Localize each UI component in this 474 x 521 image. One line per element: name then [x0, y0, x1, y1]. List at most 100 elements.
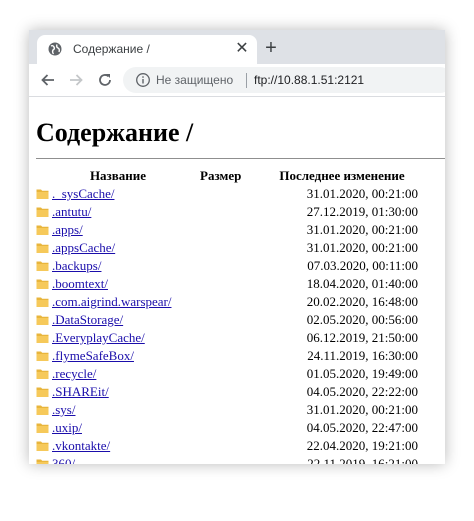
folder-link[interactable]: .sys/	[52, 402, 75, 417]
divider	[36, 158, 445, 159]
folder-icon	[36, 405, 49, 415]
size-cell	[200, 221, 266, 239]
folder-link[interactable]: .vkontakte/	[52, 438, 110, 453]
date-cell: 18.04.2020, 01:40:00	[306, 276, 418, 291]
table-row: .uxip/04.05.2020, 22:47:00	[36, 419, 418, 437]
size-cell	[200, 347, 266, 365]
folder-icon	[36, 261, 49, 271]
name-cell: .appsCache/	[36, 239, 200, 257]
date-cell: 04.05.2020, 22:22:00	[306, 384, 418, 399]
tab-active[interactable]: Содержание / ✕	[37, 35, 257, 64]
table-row: .EveryplayCache/06.12.2019, 21:50:00	[36, 329, 418, 347]
folder-link[interactable]: .boomtext/	[52, 276, 108, 291]
name-cell: .apps/	[36, 221, 200, 239]
table-row: ._sysCache/31.01.2020, 00:21:00	[36, 185, 418, 203]
folder-icon	[36, 225, 49, 235]
date-cell: 04.05.2020, 22:47:00	[306, 420, 418, 435]
size-cell	[200, 275, 266, 293]
reload-icon[interactable]	[96, 71, 114, 89]
new-tab-button[interactable]: +	[261, 38, 281, 58]
folder-link[interactable]: .recycle/	[52, 366, 96, 381]
divider	[246, 73, 247, 88]
arrow-left-icon[interactable]	[39, 71, 57, 89]
size-cell	[200, 383, 266, 401]
size-cell	[200, 455, 266, 464]
folder-link[interactable]: .EveryplayCache/	[52, 330, 145, 345]
name-cell: .vkontakte/	[36, 437, 200, 455]
size-cell	[200, 293, 266, 311]
name-cell: .backups/	[36, 257, 200, 275]
folder-icon	[36, 333, 49, 343]
folder-link[interactable]: ._sysCache/	[52, 186, 114, 201]
table-row: .DataStorage/02.05.2020, 00:56:00	[36, 311, 418, 329]
arrow-right-icon[interactable]	[67, 71, 85, 89]
table-row: .recycle/01.05.2020, 19:49:00	[36, 365, 418, 383]
size-cell	[200, 311, 266, 329]
date-cell: 20.02.2020, 16:48:00	[306, 294, 418, 309]
name-cell: .uxip/	[36, 419, 200, 437]
column-header-size[interactable]: Размер	[200, 167, 266, 185]
page-content: Содержание / Название Размер Последнее и…	[29, 97, 445, 464]
folder-icon	[36, 351, 49, 361]
browser-window: Содержание / ✕ + Не защищено ftp://10.88…	[29, 30, 445, 464]
date-cell: 07.03.2020, 00:11:00	[307, 258, 418, 273]
date-cell: 22.04.2020, 19:21:00	[306, 438, 418, 453]
table-row: .boomtext/18.04.2020, 01:40:00	[36, 275, 418, 293]
folder-icon	[36, 387, 49, 397]
column-header-modified[interactable]: Последнее изменение	[266, 167, 418, 185]
date-cell: 02.05.2020, 00:56:00	[306, 312, 418, 327]
folder-link[interactable]: .appsCache/	[52, 240, 115, 255]
info-icon[interactable]	[135, 72, 151, 88]
folder-icon	[36, 441, 49, 451]
folder-link[interactable]: 360/	[52, 456, 75, 464]
date-cell: 24.11.2019, 16:30:00	[307, 348, 418, 363]
security-label[interactable]: Не защищено	[156, 73, 233, 87]
date-cell: 01.05.2020, 19:49:00	[306, 366, 418, 381]
size-cell	[200, 257, 266, 275]
folder-icon	[36, 369, 49, 379]
folder-icon	[36, 423, 49, 433]
folder-link[interactable]: .flymeSafeBox/	[52, 348, 134, 363]
date-cell: 31.01.2020, 00:21:00	[306, 222, 418, 237]
toolbar: Не защищено ftp://10.88.1.51:2121	[29, 64, 445, 97]
size-cell	[200, 203, 266, 221]
column-header-name[interactable]: Название	[36, 167, 200, 185]
size-cell	[200, 329, 266, 347]
folder-icon	[36, 207, 49, 217]
size-cell	[200, 401, 266, 419]
folder-icon	[36, 459, 49, 464]
directory-listing: Название Размер Последнее изменение ._sy…	[36, 167, 418, 464]
address-bar[interactable]: Не защищено ftp://10.88.1.51:2121	[123, 67, 445, 93]
name-cell: 360/	[36, 455, 200, 464]
folder-link[interactable]: .apps/	[52, 222, 83, 237]
url-text[interactable]: ftp://10.88.1.51:2121	[254, 73, 364, 87]
table-row: .SHAREit/04.05.2020, 22:22:00	[36, 383, 418, 401]
date-cell: 06.12.2019, 21:50:00	[306, 330, 418, 345]
table-row: 360/22.11.2019, 16:21:00	[36, 455, 418, 464]
folder-link[interactable]: .antutu/	[52, 204, 91, 219]
table-row: .com.aigrind.warspear/20.02.2020, 16:48:…	[36, 293, 418, 311]
name-cell: ._sysCache/	[36, 185, 200, 203]
date-cell: 31.01.2020, 00:21:00	[306, 186, 418, 201]
date-cell: 27.12.2019, 01:30:00	[306, 204, 418, 219]
name-cell: .recycle/	[36, 365, 200, 383]
close-icon[interactable]: ✕	[233, 40, 251, 58]
name-cell: .flymeSafeBox/	[36, 347, 200, 365]
folder-link[interactable]: .uxip/	[52, 420, 82, 435]
folder-link[interactable]: .com.aigrind.warspear/	[52, 294, 171, 309]
table-row: .appsCache/31.01.2020, 00:21:00	[36, 239, 418, 257]
folder-link[interactable]: .SHAREit/	[52, 384, 109, 399]
folder-icon	[36, 315, 49, 325]
tab-title: Содержание /	[73, 42, 150, 56]
folder-link[interactable]: .backups/	[52, 258, 101, 273]
folder-link[interactable]: .DataStorage/	[52, 312, 123, 327]
folder-icon	[36, 279, 49, 289]
header-row: Название Размер Последнее изменение	[36, 167, 418, 185]
size-cell	[200, 365, 266, 383]
name-cell: .EveryplayCache/	[36, 329, 200, 347]
table-row: .flymeSafeBox/24.11.2019, 16:30:00	[36, 347, 418, 365]
size-cell	[200, 437, 266, 455]
name-cell: .sys/	[36, 401, 200, 419]
name-cell: .SHAREit/	[36, 383, 200, 401]
size-cell	[200, 185, 266, 203]
